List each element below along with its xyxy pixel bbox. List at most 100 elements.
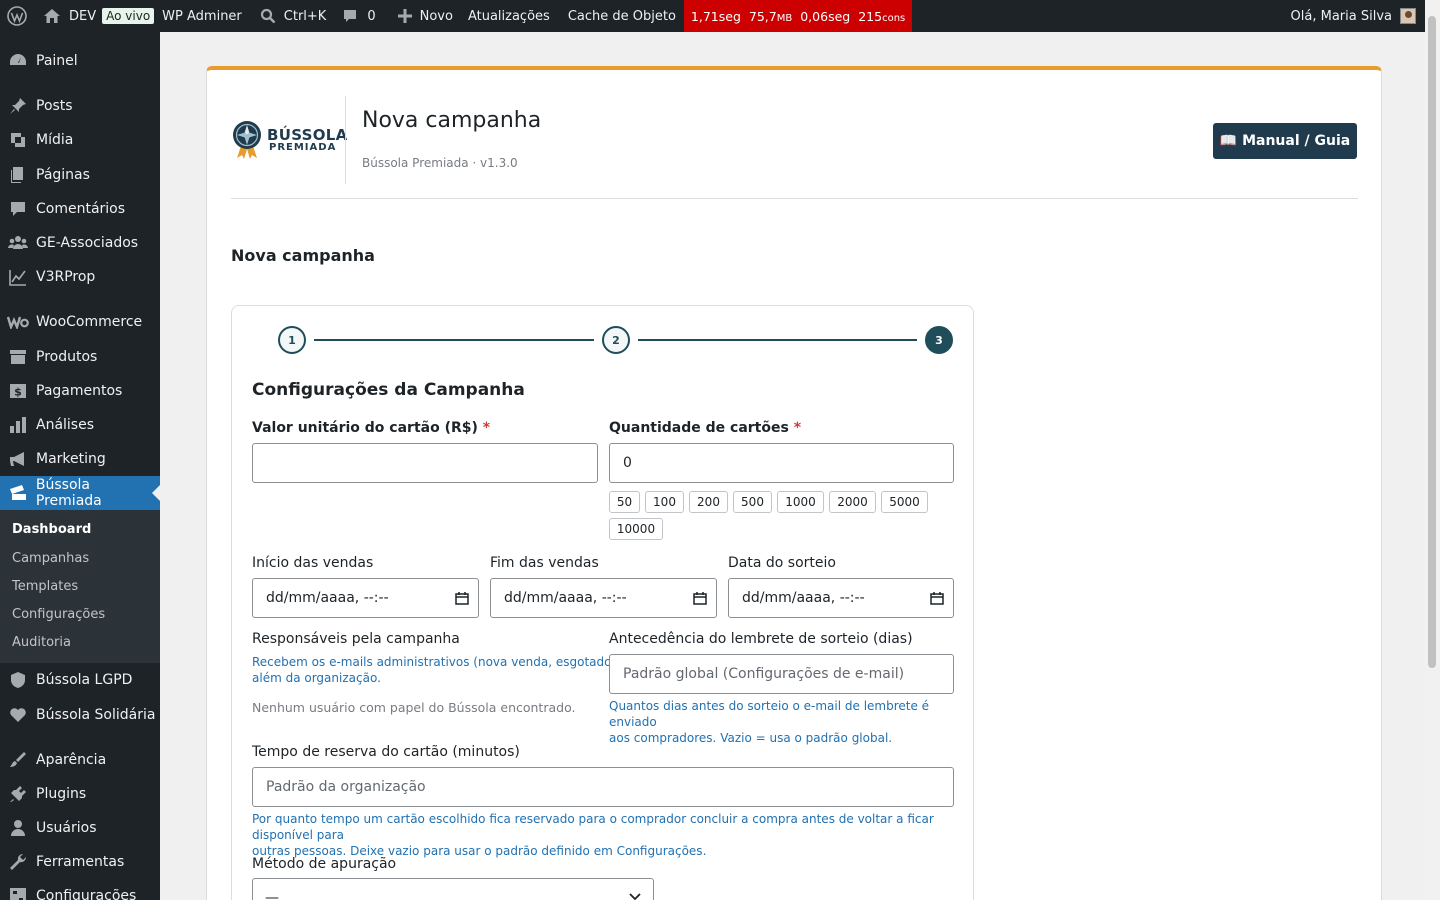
menu-posts[interactable]: Posts	[0, 89, 160, 123]
manual-guide-button[interactable]: 📖 Manual / Guia	[1213, 123, 1357, 159]
step-3[interactable]: 3	[925, 326, 953, 354]
menu-v3rprop[interactable]: V3RProp	[0, 260, 160, 294]
comment-icon	[0, 199, 36, 219]
submenu-auditoria[interactable]: Auditoria	[12, 635, 71, 650]
scrollbar-thumb[interactable]	[1428, 16, 1436, 668]
quantity-preset-chip[interactable]: 5000	[881, 491, 928, 513]
menu-woocommerce[interactable]: WooCommerce	[0, 305, 160, 339]
object-cache-label: Cache de Objeto	[567, 8, 676, 24]
date-placeholder: dd/mm/aaaa, --:--	[504, 590, 627, 606]
reserva-input[interactable]: Padrão da organização	[252, 767, 954, 807]
fim-date-input[interactable]: dd/mm/aaaa, --:--	[490, 578, 717, 618]
metodo-select[interactable]: —	[252, 878, 654, 900]
menu-label: WooCommerce	[36, 314, 143, 330]
submenu-campanhas[interactable]: Campanhas	[12, 551, 89, 566]
page-title: Nova campanha	[362, 108, 542, 133]
menu-label: Bússola LGPD	[36, 672, 133, 688]
step-2[interactable]: 2	[602, 326, 630, 354]
wordpress-logo-icon[interactable]	[0, 0, 35, 32]
archive-icon	[0, 347, 36, 367]
qm-db-time: 0,06seg	[800, 8, 851, 24]
quantity-preset-chip[interactable]: 10000	[609, 518, 663, 540]
menu-comentarios[interactable]: Comentários	[0, 192, 160, 226]
section-title: Nova campanha	[231, 246, 375, 265]
qm-mem-value: 75,7	[748, 8, 777, 24]
quantity-preset-chip[interactable]: 100	[645, 491, 684, 513]
submenu-configuracoes[interactable]: Configurações	[12, 607, 105, 622]
menu-paginas[interactable]: Páginas	[0, 158, 160, 192]
menu-plugins[interactable]: Plugins	[0, 777, 160, 811]
brand-text: BÚSSOLA PREMIADA	[267, 127, 348, 153]
header-separator	[231, 198, 1358, 199]
query-monitor-stats[interactable]: 1,71seg 75,7MB 0,06seg 215cons	[683, 0, 913, 32]
plugin-panel: BÚSSOLA PREMIADA Nova campanha Bússola P…	[206, 66, 1382, 900]
inicio-date-input[interactable]: dd/mm/aaaa, --:--	[252, 578, 479, 618]
site-name-link[interactable]: DEV Ao vivo	[35, 0, 162, 32]
quantity-preset-chip[interactable]: 50	[609, 491, 640, 513]
menu-midia[interactable]: Mídia	[0, 123, 160, 157]
compass-logo-icon	[233, 121, 261, 159]
quantity-preset-chip[interactable]: 2000	[829, 491, 876, 513]
lembrete-input[interactable]: Padrão global (Configurações de e-mail)	[609, 654, 954, 694]
money-icon: $	[0, 381, 36, 401]
submenu-dashboard[interactable]: Dashboard	[12, 522, 91, 537]
menu-aparencia[interactable]: Aparência	[0, 743, 160, 777]
menu-usuarios[interactable]: Usuários	[0, 811, 160, 845]
menu-label: Usuários	[36, 820, 97, 836]
site-name: DEV	[69, 8, 97, 24]
valor-input[interactable]	[252, 443, 598, 483]
page-scrollbar[interactable]	[1425, 0, 1440, 900]
menu-label: Análises	[36, 417, 95, 433]
help-line: aos compradores. Vazio = usa o padrão gl…	[609, 731, 893, 745]
menu-bussola-premiada[interactable]: Bússola Premiada	[0, 476, 160, 510]
updates-link[interactable]: Atualizações	[461, 0, 558, 32]
quantity-preset-chip[interactable]: 1000	[777, 491, 824, 513]
plugin-icon	[0, 784, 36, 804]
chart-line-icon	[0, 267, 36, 287]
menu-pagamentos[interactable]: $ Pagamentos	[0, 374, 160, 408]
comments-link[interactable]: 0	[334, 0, 383, 32]
menu-ferramentas[interactable]: Ferramentas	[0, 845, 160, 879]
sorteio-date-input[interactable]: dd/mm/aaaa, --:--	[728, 578, 954, 618]
groups-icon	[0, 233, 36, 253]
menu-configuracoes[interactable]: Configurações	[0, 879, 160, 900]
menu-label: Mídia	[36, 132, 74, 148]
chevron-down-icon	[629, 893, 641, 900]
menu-label: Plugins	[36, 786, 87, 802]
pin-icon	[0, 96, 36, 116]
settings-icon	[0, 886, 36, 900]
help-line: Quantos dias antes do sorteio o e-mail d…	[609, 699, 930, 729]
my-account-link[interactable]: Olá, Maria Silva	[1291, 8, 1440, 24]
qm-memory: 75,7MB	[749, 9, 792, 24]
calendar-icon[interactable]	[693, 591, 707, 605]
quantity-preset-chip[interactable]: 200	[689, 491, 728, 513]
menu-label: Ferramentas	[36, 854, 125, 870]
qm-time: 1,71seg	[690, 8, 741, 24]
menu-produtos[interactable]: Produtos	[0, 340, 160, 374]
menu-label: Configurações	[36, 888, 137, 900]
help-line: Por quanto tempo um cartão escolhido fic…	[252, 812, 934, 842]
menu-painel[interactable]: Painel	[0, 44, 160, 78]
quantidade-input[interactable]: 0	[609, 443, 954, 483]
menu-marketing[interactable]: Marketing	[0, 442, 160, 476]
object-cache-link[interactable]: Cache de Objeto	[558, 0, 684, 32]
tickets-icon	[0, 483, 36, 503]
new-content-link[interactable]: Novo	[384, 0, 461, 32]
wp-adminer-link[interactable]: WP Adminer	[162, 0, 250, 32]
menu-label: Aparência	[36, 752, 107, 768]
menu-bussola-solidaria[interactable]: Bússola Solidária	[0, 698, 160, 732]
command-search-button[interactable]: Ctrl+K	[250, 0, 335, 32]
calendar-icon[interactable]	[455, 591, 469, 605]
calendar-icon[interactable]	[930, 591, 944, 605]
menu-ge-associados[interactable]: GE-Associados	[0, 226, 160, 260]
step-1[interactable]: 1	[278, 326, 306, 354]
heart-icon	[0, 705, 36, 725]
submenu-templates[interactable]: Templates	[12, 579, 78, 594]
quantity-preset-chip[interactable]: 500	[733, 491, 772, 513]
menu-label: Marketing	[36, 451, 106, 467]
menu-label: V3RProp	[36, 269, 96, 285]
date-placeholder: dd/mm/aaaa, --:--	[266, 590, 389, 606]
metodo-label: Método de apuração	[252, 856, 397, 872]
menu-analises[interactable]: Análises	[0, 408, 160, 442]
menu-bussola-lgpd[interactable]: Bússola LGPD	[0, 663, 160, 697]
